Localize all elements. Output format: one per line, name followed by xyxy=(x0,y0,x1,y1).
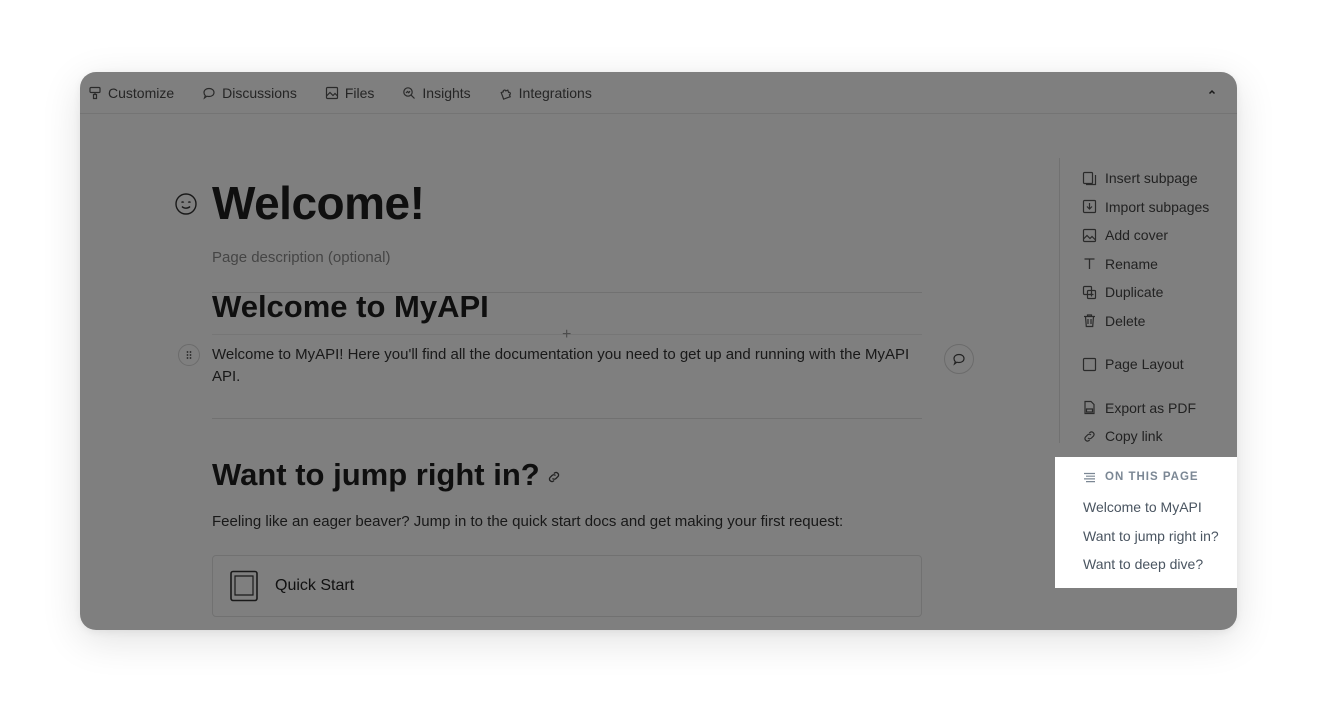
puzzle-icon xyxy=(500,88,511,100)
rename-button[interactable]: Rename xyxy=(1082,250,1232,279)
action-label: Rename xyxy=(1105,255,1158,272)
tab-label: Insights xyxy=(422,84,471,101)
duplicate-button[interactable]: Duplicate xyxy=(1082,278,1232,307)
tab-customize[interactable]: Customize xyxy=(88,85,174,101)
action-label: Page Layout xyxy=(1105,356,1184,373)
page-layout-button[interactable]: Page Layout xyxy=(1082,350,1232,379)
export-pdf-button[interactable]: Export as PDF xyxy=(1082,394,1232,423)
divider xyxy=(212,418,922,419)
section-paragraph[interactable]: Feeling like an eager beaver? Jump in to… xyxy=(212,511,922,533)
card-label: Quick Start xyxy=(275,577,355,594)
page-title[interactable]: Welcome! xyxy=(212,176,425,230)
toc-item[interactable]: Welcome to MyAPI xyxy=(1083,497,1237,526)
pages-icon xyxy=(1082,171,1097,185)
list-icon xyxy=(1084,472,1095,482)
paint-icon xyxy=(89,86,101,99)
toc-item[interactable]: Want to deep dive? xyxy=(1083,554,1237,583)
sidebar-divider xyxy=(1059,158,1060,443)
section-paragraph[interactable]: Welcome to MyAPI! Here you'll find all t… xyxy=(212,344,922,388)
add-cover-button[interactable]: Add cover xyxy=(1082,221,1232,250)
action-label: Add cover xyxy=(1105,227,1169,244)
image-file-icon xyxy=(325,86,338,99)
layout-icon xyxy=(1082,357,1097,371)
tab-insights[interactable]: Insights xyxy=(402,84,471,101)
chat-bubble-icon xyxy=(203,87,215,100)
toc-item[interactable]: Want to jump right in? xyxy=(1083,526,1237,555)
toc-header: ON THIS PAGE xyxy=(1083,467,1237,487)
duplicate-icon xyxy=(1082,285,1097,299)
anchor-link-icon[interactable] xyxy=(546,469,562,485)
section-heading[interactable]: Welcome to MyAPI xyxy=(212,290,489,324)
trash-icon xyxy=(1084,314,1095,328)
chevron-up-icon[interactable] xyxy=(1205,85,1219,99)
tab-label: Customize xyxy=(108,84,175,101)
action-label: Export as PDF xyxy=(1105,399,1197,416)
tab-discussions[interactable]: Discussions xyxy=(202,85,297,101)
emoji-picker-icon[interactable] xyxy=(174,192,198,216)
table-of-contents: ON THIS PAGE Welcome to MyAPI Want to ju… xyxy=(1055,457,1237,588)
image-icon xyxy=(1082,228,1097,242)
action-label: Duplicate xyxy=(1105,284,1164,301)
action-label: Delete xyxy=(1105,312,1146,329)
app-window: Customize Discussions Files Insights Int… xyxy=(80,72,1237,630)
tab-label: Discussions xyxy=(222,84,297,101)
section-heading-text: Want to jump right in? xyxy=(212,457,540,492)
delete-button[interactable]: Delete xyxy=(1082,307,1232,336)
copy-link-button[interactable]: Copy link xyxy=(1082,422,1232,451)
tab-label: Files xyxy=(344,84,375,101)
quick-start-card[interactable]: Quick Start xyxy=(212,555,922,617)
action-label: Import subpages xyxy=(1105,198,1210,215)
toc-title: ON THIS PAGE xyxy=(1105,471,1199,483)
tab-integrations[interactable]: Integrations xyxy=(499,85,592,101)
action-label: Copy link xyxy=(1105,428,1163,445)
magnifier-chart-icon xyxy=(403,86,416,99)
link-icon xyxy=(1084,431,1095,442)
insert-subpage-button[interactable]: Insert subpage xyxy=(1082,164,1232,193)
text-icon xyxy=(1084,258,1095,270)
section-heading[interactable]: Want to jump right in? xyxy=(212,457,562,493)
pdf-icon xyxy=(1084,401,1095,415)
tablet-icon xyxy=(230,570,258,602)
add-block-icon[interactable]: + xyxy=(562,326,571,344)
tab-files[interactable]: Files xyxy=(325,84,375,101)
page-description-field[interactable]: Page description (optional) xyxy=(212,249,390,266)
tab-label: Integrations xyxy=(518,84,592,101)
comment-icon[interactable] xyxy=(944,344,974,374)
import-subpages-button[interactable]: Import subpages xyxy=(1082,193,1232,222)
page-actions-menu: Insert subpage Import subpages Add cover… xyxy=(1082,164,1232,451)
top-toolbar: Customize Discussions Files Insights Int… xyxy=(80,72,1237,114)
drag-handle-icon[interactable] xyxy=(178,344,200,366)
action-label: Insert subpage xyxy=(1105,170,1198,187)
import-icon xyxy=(1082,200,1097,214)
